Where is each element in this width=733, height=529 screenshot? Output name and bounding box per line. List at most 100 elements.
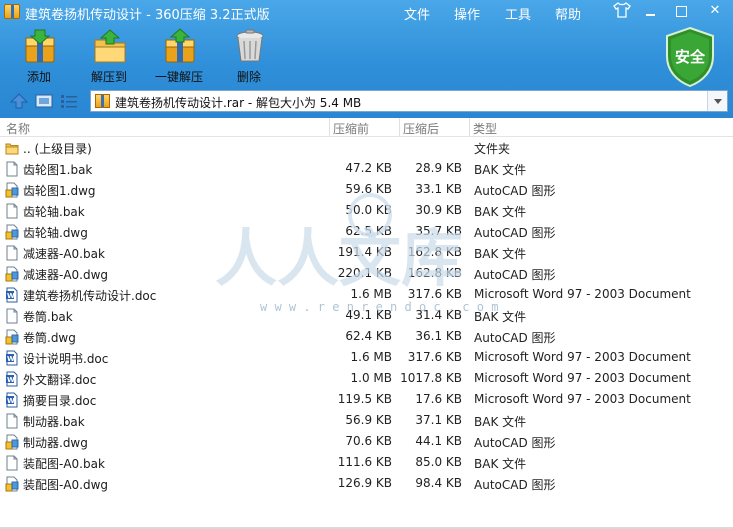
file-compressed-size: 317.6 KB <box>407 287 462 301</box>
file-original-size: 1.0 MB <box>350 371 392 385</box>
file-name: 齿轮图1.bak <box>23 163 93 177</box>
column-original-size[interactable]: 压缩前 <box>333 120 369 137</box>
security-badge[interactable]: 安全 <box>663 26 717 88</box>
one-click-extract-label: 一键解压 <box>154 70 203 84</box>
file-type: BAK 文件 <box>474 415 527 429</box>
skin-shirt-icon[interactable] <box>613 2 631 18</box>
dwg-icon <box>5 266 19 282</box>
trash-can-icon <box>236 29 264 62</box>
file-type: AutoCAD 图形 <box>474 268 556 282</box>
file-name: 摘要目录.doc <box>23 394 97 408</box>
window-chrome: 建筑卷扬机传动设计 - 360压缩 3.2正式版 文件 操作 工具 帮助 ✕ 添… <box>0 0 733 118</box>
column-type[interactable]: 类型 <box>473 120 497 137</box>
file-original-size: 47.2 KB <box>345 161 392 175</box>
file-name: 齿轮图1.dwg <box>23 184 96 198</box>
file-icon <box>5 161 19 177</box>
column-divider[interactable] <box>469 118 470 136</box>
file-list: .. (上级目录) 文件夹 齿轮图1.bak 47.2 KB 28.9 KB BAK 文件… <box>0 137 733 494</box>
extract-to-label: 解压到 <box>90 70 127 84</box>
file-type: BAK 文件 <box>474 247 527 261</box>
file-row[interactable]: W 建筑卷扬机传动设计.doc 1.6 MB 317.6 KB Microsoft Wo… <box>0 284 733 305</box>
archive-app-icon <box>4 4 20 19</box>
file-row[interactable]: W 摘要目录.doc 119.5 KB 17.6 KB Microsoft Word 9… <box>0 389 733 410</box>
file-compressed-size: 33.1 KB <box>415 182 462 196</box>
file-original-size: 50.0 KB <box>345 203 392 217</box>
add-button[interactable]: 添加 <box>4 28 74 86</box>
one-click-extract-button[interactable]: 一键解压 <box>144 28 214 86</box>
svg-text:W: W <box>7 376 15 384</box>
file-name: 减速器-A0.bak <box>23 247 105 261</box>
thumbnail-view-icon[interactable] <box>35 93 53 109</box>
list-view-icon[interactable] <box>60 93 78 109</box>
word-icon: W <box>5 287 19 303</box>
address-bar[interactable]: 建筑卷扬机传动设计.rar - 解包大小为 5.4 MB <box>90 90 728 112</box>
svg-text:W: W <box>7 397 15 405</box>
address-dropdown-icon[interactable] <box>707 91 727 111</box>
file-icon <box>5 413 19 429</box>
minimize-icon[interactable] <box>642 3 660 19</box>
file-row[interactable]: 装配图-A0.dwg 126.9 KB 98.4 KB AutoCAD 图形 <box>0 473 733 494</box>
column-name[interactable]: 名称 <box>6 120 30 137</box>
file-row[interactable]: .. (上级目录) 文件夹 <box>0 137 733 158</box>
file-name: 设计说明书.doc <box>23 352 109 366</box>
file-row[interactable]: 装配图-A0.bak 111.6 KB 85.0 KB BAK 文件 <box>0 452 733 473</box>
column-compressed-size[interactable]: 压缩后 <box>403 120 439 137</box>
file-name: 减速器-A0.dwg <box>23 268 109 282</box>
column-divider[interactable] <box>329 118 330 136</box>
file-original-size: 56.9 KB <box>345 413 392 427</box>
file-list-header: 名称 压缩前 压缩后 类型 <box>0 118 733 137</box>
file-row[interactable]: 减速器-A0.bak 191.4 KB 162.8 KB BAK 文件 <box>0 242 733 263</box>
file-name: 建筑卷扬机传动设计.doc <box>23 289 157 303</box>
file-row[interactable]: 减速器-A0.dwg 220.1 KB 162.8 KB AutoCAD 图形 <box>0 263 733 284</box>
file-compressed-size: 98.4 KB <box>415 476 462 490</box>
delete-button[interactable]: 删除 <box>214 28 284 86</box>
svg-text:W: W <box>7 292 15 300</box>
extract-to-button[interactable]: 解压到 <box>74 28 144 86</box>
close-icon[interactable]: ✕ <box>706 3 724 19</box>
file-original-size: 49.1 KB <box>345 308 392 322</box>
dwg-icon <box>5 329 19 345</box>
column-divider[interactable] <box>399 118 400 136</box>
file-row[interactable]: 齿轮轴.bak 50.0 KB 30.9 KB BAK 文件 <box>0 200 733 221</box>
file-row[interactable]: 齿轮图1.bak 47.2 KB 28.9 KB BAK 文件 <box>0 158 733 179</box>
file-original-size: 119.5 KB <box>337 392 392 406</box>
file-type: Microsoft Word 97 - 2003 Document <box>474 350 691 364</box>
file-icon <box>5 245 19 261</box>
file-row[interactable]: 卷筒.bak 49.1 KB 31.4 KB BAK 文件 <box>0 305 733 326</box>
file-name: 制动器.dwg <box>23 436 88 450</box>
file-compressed-size: 44.1 KB <box>415 434 462 448</box>
menu-file[interactable]: 文件 <box>404 4 430 23</box>
file-row[interactable]: 齿轮图1.dwg 59.6 KB 33.1 KB AutoCAD 图形 <box>0 179 733 200</box>
address-path: 建筑卷扬机传动设计.rar - 解包大小为 5.4 MB <box>115 96 362 110</box>
title-bar: 建筑卷扬机传动设计 - 360压缩 3.2正式版 文件 操作 工具 帮助 ✕ <box>0 0 733 24</box>
folder-icon <box>5 140 19 156</box>
menu-tools[interactable]: 工具 <box>505 4 531 23</box>
menu-operation[interactable]: 操作 <box>454 4 480 23</box>
up-level-icon[interactable] <box>10 93 28 109</box>
word-icon: W <box>5 392 19 408</box>
file-row[interactable]: 齿轮轴.dwg 62.5 KB 35.7 KB AutoCAD 图形 <box>0 221 733 242</box>
file-name: .. (上级目录) <box>23 142 92 156</box>
file-row[interactable]: W 外文翻译.doc 1.0 MB 1017.8 KB Microsoft Word 9… <box>0 368 733 389</box>
file-row[interactable]: 制动器.dwg 70.6 KB 44.1 KB AutoCAD 图形 <box>0 431 733 452</box>
file-type: AutoCAD 图形 <box>474 331 556 345</box>
file-row[interactable]: W 设计说明书.doc 1.6 MB 317.6 KB Microsoft Word 9… <box>0 347 733 368</box>
file-original-size: 70.6 KB <box>345 434 392 448</box>
file-row[interactable]: 制动器.bak 56.9 KB 37.1 KB BAK 文件 <box>0 410 733 431</box>
word-icon: W <box>5 371 19 387</box>
file-original-size: 220.1 KB <box>337 266 392 280</box>
menu-help[interactable]: 帮助 <box>555 4 581 23</box>
file-original-size: 1.6 MB <box>350 287 392 301</box>
file-compressed-size: 31.4 KB <box>415 308 462 322</box>
file-compressed-size: 162.8 KB <box>407 266 462 280</box>
file-type: BAK 文件 <box>474 457 527 471</box>
file-type: AutoCAD 图形 <box>474 436 556 450</box>
dwg-icon <box>5 434 19 450</box>
maximize-icon[interactable] <box>672 3 690 19</box>
file-type: 文件夹 <box>474 142 511 156</box>
svg-text:W: W <box>7 355 15 363</box>
file-type: Microsoft Word 97 - 2003 Document <box>474 371 691 385</box>
file-row[interactable]: 卷筒.dwg 62.4 KB 36.1 KB AutoCAD 图形 <box>0 326 733 347</box>
file-name: 装配图-A0.bak <box>23 457 105 471</box>
file-name: 齿轮轴.bak <box>23 205 85 219</box>
